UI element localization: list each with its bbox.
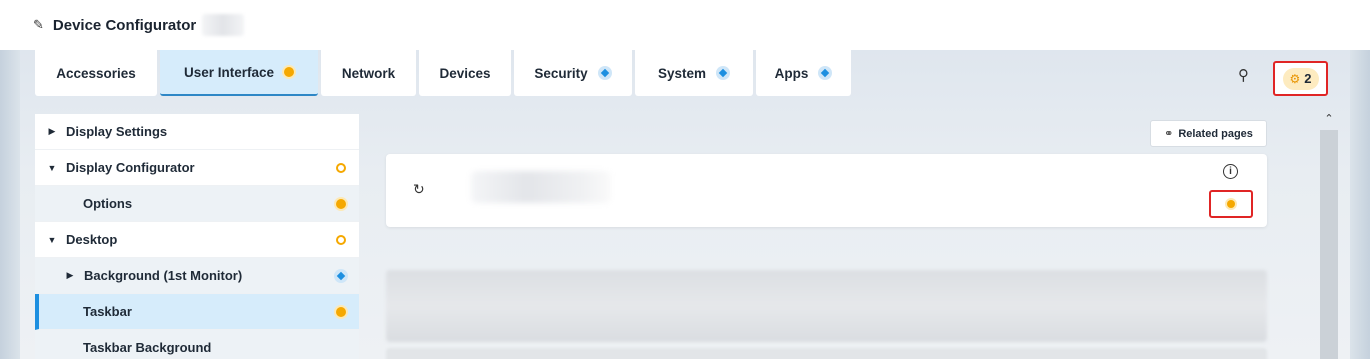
sidebar-item-taskbar[interactable]: Taskbar: [35, 294, 359, 330]
sidebar-item-desktop[interactable]: ▼ Desktop: [35, 222, 359, 258]
sidebar-item-label: Display Settings: [66, 124, 168, 139]
pencil-icon: ✎: [33, 17, 44, 32]
sidebar-item-label: Background (1st Monitor): [84, 268, 243, 283]
sidebar-item-background-1st-monitor[interactable]: ▶ Background (1st Monitor): [35, 258, 359, 294]
sidebar-item-label: Options: [83, 196, 133, 211]
info-diamond-icon: [334, 269, 348, 283]
refresh-icon[interactable]: ↻: [413, 181, 425, 198]
sidebar-item-options[interactable]: Options: [35, 186, 359, 222]
tab-label: Devices: [439, 65, 491, 81]
related-pages-label: Related pages: [1178, 127, 1253, 140]
tab-accessories[interactable]: Accessories: [35, 50, 157, 96]
tab-security[interactable]: Security: [514, 50, 632, 96]
sidebar-item-taskbar-background[interactable]: Taskbar Background: [35, 330, 359, 359]
sidebar-item-label: Taskbar: [83, 304, 132, 319]
info-icon[interactable]: i: [1223, 164, 1238, 179]
partial-status-icon: [336, 163, 346, 173]
setting-card: ↻ i: [386, 154, 1267, 227]
search-icon[interactable]: ⚲: [1238, 66, 1258, 86]
tab-label: User Interface: [183, 64, 275, 80]
sidebar-item-label: Desktop: [66, 232, 118, 247]
caret-right-icon[interactable]: ▶: [65, 270, 75, 281]
tab-label: Apps: [774, 65, 809, 81]
sidebar-tree: ▶ Display Settings ▼ Display Configurato…: [35, 114, 359, 359]
sidebar-item-label: Display Configurator: [66, 160, 195, 175]
scrollbar-thumb[interactable]: [1320, 130, 1338, 359]
tab-user-interface[interactable]: User Interface: [160, 50, 318, 96]
redacted-setting-title: [471, 171, 611, 203]
sidebar-item-display-configurator[interactable]: ▼ Display Configurator: [35, 150, 359, 186]
workspace: Accessories User Interface Network Devic…: [0, 50, 1370, 359]
title-bar: ✎ Device Configurator: [0, 0, 1370, 50]
chevron-up-icon[interactable]: ⌃: [1319, 112, 1339, 128]
sidebar-item-label: Taskbar Background: [83, 340, 212, 355]
changed-dot-icon: [336, 307, 346, 317]
partial-status-icon: [336, 235, 346, 245]
gear-badge-icon: ⚙: [1289, 71, 1301, 86]
tab-label: System: [657, 65, 707, 81]
notification-count: 2: [1304, 71, 1312, 86]
tab-network[interactable]: Network: [321, 50, 416, 96]
info-diamond-icon: [818, 66, 833, 80]
tab-devices[interactable]: Devices: [419, 50, 511, 96]
notifications-button[interactable]: ⚙ 2: [1273, 61, 1328, 96]
tab-bar: Accessories User Interface Network Devic…: [35, 50, 851, 97]
tab-label: Security: [534, 65, 588, 81]
tab-apps[interactable]: Apps: [756, 50, 851, 96]
sidebar-item-display-settings[interactable]: ▶ Display Settings: [35, 114, 359, 150]
redacted-setting-panel: [386, 348, 1267, 359]
caret-down-icon[interactable]: ▼: [47, 235, 57, 245]
changed-dot-icon: [284, 67, 295, 77]
tab-label: Accessories: [56, 65, 136, 81]
redacted-title-suffix: [202, 14, 245, 36]
info-diamond-icon: [716, 66, 731, 80]
notification-badge: ⚙ 2: [1282, 67, 1319, 90]
link-icon: ⚭: [1164, 128, 1174, 140]
changed-dot-icon: [1227, 200, 1235, 208]
changed-status-indicator[interactable]: [1209, 190, 1253, 218]
app-title: Device Configurator: [52, 16, 197, 34]
tab-system[interactable]: System: [635, 50, 753, 96]
redacted-setting-panel: [386, 270, 1267, 342]
caret-down-icon[interactable]: ▼: [47, 163, 57, 173]
caret-right-icon[interactable]: ▶: [47, 126, 57, 137]
related-pages-button[interactable]: ⚭ Related pages: [1150, 120, 1267, 147]
info-diamond-icon: [597, 66, 612, 80]
changed-dot-icon: [336, 199, 346, 209]
tab-label: Network: [341, 65, 396, 81]
